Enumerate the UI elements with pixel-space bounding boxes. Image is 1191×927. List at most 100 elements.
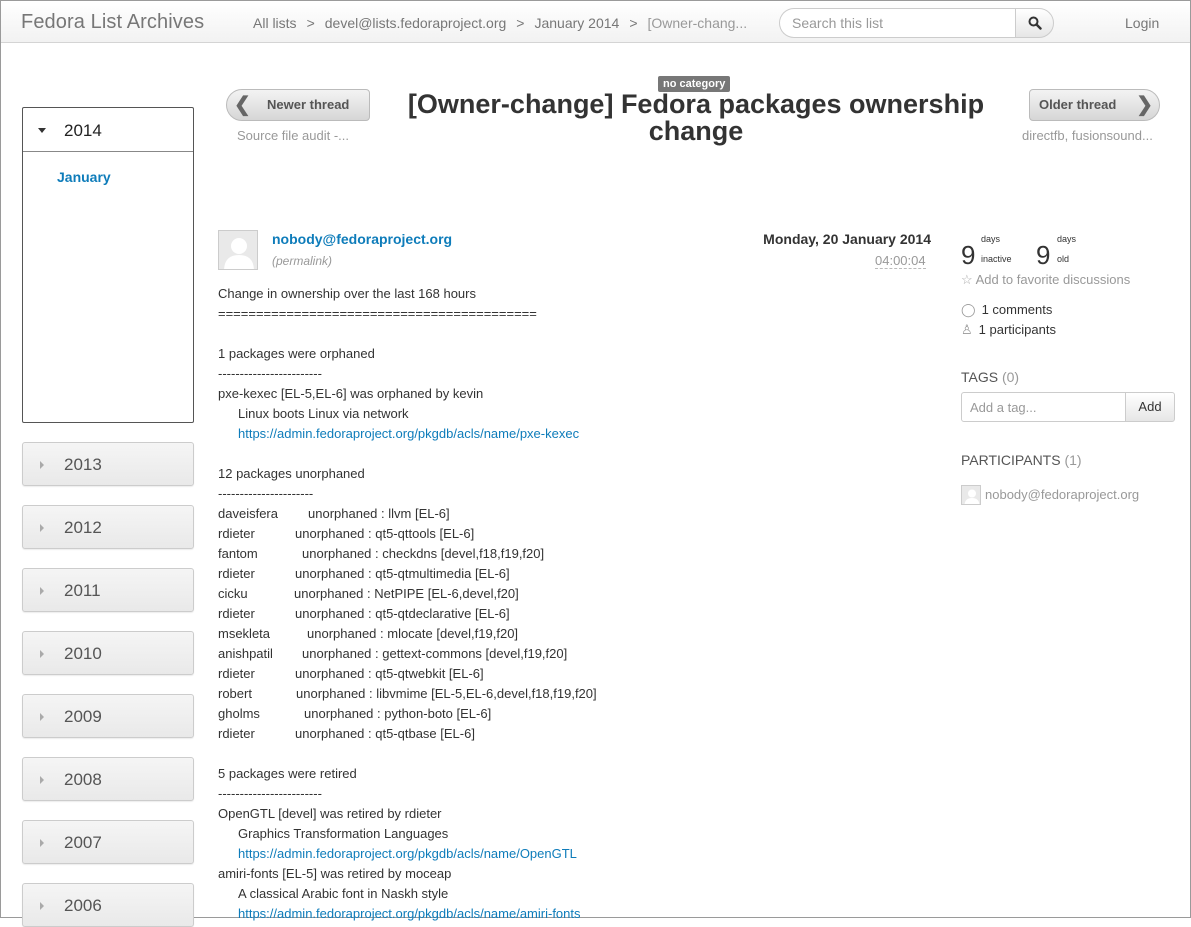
age-days-unit: days — [1057, 234, 1077, 244]
body-line: pxe-kexec [EL-5,EL-6] was orphaned by ke… — [218, 386, 484, 401]
participants-heading: PARTICIPANTS (1) — [961, 452, 1082, 468]
username: rdieter — [218, 666, 255, 681]
year-label: 2013 — [64, 455, 102, 474]
body-line — [218, 324, 938, 344]
year-header[interactable]: 2014 — [23, 108, 193, 152]
newer-thread-label: Newer thread — [267, 97, 350, 112]
age-label: old — [1057, 254, 1070, 264]
action-text: unorphaned : libvmime [EL-5,EL-6,devel,f… — [296, 686, 597, 701]
year-panel-closed[interactable]: 2007 — [22, 820, 194, 864]
message-time: 04:00:04 — [875, 253, 926, 269]
action-text: unorphaned : NetPIPE [EL-6,devel,f20] — [294, 586, 519, 601]
search-icon — [1028, 16, 1042, 30]
inactive-days-unit: days — [981, 234, 1001, 244]
action-text: unorphaned : qt5-qtdeclarative [EL-6] — [295, 606, 510, 621]
older-thread-button[interactable]: Older thread ❯ — [1029, 89, 1160, 121]
action-text: unorphaned : checkdns [devel,f18,f19,f20… — [302, 546, 545, 561]
year-label: 2011 — [64, 581, 101, 600]
breadcrumb-separator: > — [516, 15, 525, 31]
package-link-line: https://admin.fedoraproject.org/pkgdb/ac… — [218, 904, 938, 924]
unorphan-line: rdieter unorphaned : qt5-qtdeclarative [E… — [218, 604, 938, 624]
year-panel-closed[interactable]: 2006 — [22, 883, 194, 927]
username: daveisfera — [218, 506, 278, 521]
add-tag-button[interactable]: Add — [1125, 392, 1175, 422]
older-thread-subject[interactable]: directfb, fusionsound... — [1022, 128, 1153, 143]
participant-name[interactable]: nobody@fedoraproject.org — [985, 487, 1139, 502]
search-button[interactable] — [1015, 8, 1054, 38]
unorphan-line: anishpatil unorphaned : gettext-commons [… — [218, 644, 938, 664]
inactive-days-number: 9 — [961, 240, 976, 270]
caret-right-icon — [40, 524, 44, 532]
year-label: 2006 — [64, 896, 102, 915]
brand-logo-text[interactable]: Fedora List Archives — [21, 11, 204, 34]
year-label: 2009 — [64, 707, 102, 726]
default-user-icon — [962, 486, 980, 504]
tags-title: TAGS — [961, 369, 999, 385]
year-panel-closed[interactable]: 2008 — [22, 757, 194, 801]
star-icon: ☆ — [961, 272, 973, 287]
username: cicku — [218, 586, 248, 601]
age-days-number: 9 — [1036, 240, 1051, 270]
breadcrumb-separator: > — [629, 15, 638, 31]
participants-title: PARTICIPANTS — [961, 452, 1061, 468]
action-text: unorphaned : python-boto [EL-6] — [304, 706, 492, 721]
thread-title: [Owner-change] Fedora packages ownership… — [407, 89, 985, 146]
permalink-link[interactable]: (permalink) — [272, 254, 332, 268]
comment-icon: ◯ — [961, 302, 976, 317]
action-text: unorphaned : gettext-commons [devel,f19,… — [302, 646, 568, 661]
body-line: ------------------------ — [218, 366, 322, 381]
breadcrumb: All lists > devel@lists.fedoraproject.org >… — [253, 15, 747, 31]
year-panel-closed[interactable]: 2013 — [22, 442, 194, 486]
username: gholms — [218, 706, 260, 721]
tag-input[interactable]: Add a tag... — [961, 392, 1126, 422]
year-panel-closed[interactable]: 2011 — [22, 568, 194, 612]
unorphan-line: rdieter unorphaned : qt5-qtwebkit [EL-6] — [218, 664, 938, 684]
unorphan-line: rdieter unorphaned : qt5-qtbase [EL-6] — [218, 724, 938, 744]
breadcrumb-all-lists[interactable]: All lists — [253, 15, 297, 31]
package-link[interactable]: https://admin.fedoraproject.org/pkgdb/ac… — [238, 426, 579, 441]
username: fantom — [218, 546, 258, 561]
package-link[interactable]: https://admin.fedoraproject.org/pkgdb/ac… — [238, 906, 581, 921]
comments-label: 1 comments — [981, 302, 1053, 317]
year-panel-closed[interactable]: 2012 — [22, 505, 194, 549]
newer-thread-subject[interactable]: Source file audit -... — [237, 128, 349, 143]
caret-down-icon — [38, 128, 46, 133]
breadcrumb-separator: > — [306, 15, 315, 31]
year-panel-closed[interactable]: 2009 — [22, 694, 194, 738]
username: anishpatil — [218, 646, 273, 661]
breadcrumb-month[interactable]: January 2014 — [534, 15, 619, 31]
unorphan-line: cicku unorphaned : NetPIPE [EL-6,devel,f2… — [218, 584, 938, 604]
favorite-link[interactable]: ☆ Add to favorite discussions — [961, 272, 1130, 288]
body-line: ========================================… — [218, 306, 537, 321]
breadcrumb-current: [Owner-chang... — [647, 15, 748, 31]
body-line: 5 packages were retired — [218, 766, 357, 781]
caret-right-icon — [40, 650, 44, 658]
search-input[interactable]: Search this list — [779, 8, 1016, 38]
year-panel-closed[interactable]: 2010 — [22, 631, 194, 675]
year-panel-open: 2014 January — [22, 107, 194, 423]
login-link[interactable]: Login — [1125, 15, 1159, 31]
package-link[interactable]: https://admin.fedoraproject.org/pkgdb/ac… — [238, 846, 577, 861]
body-line: amiri-fonts [EL-5] was retired by moceap — [218, 866, 452, 881]
tags-count: (0) — [1001, 369, 1020, 385]
chevron-left-icon: ❮ — [234, 94, 251, 116]
participants-label: 1 participants — [978, 322, 1056, 337]
breadcrumb-list[interactable]: devel@lists.fedoraproject.org — [325, 15, 507, 31]
favorite-label: Add to favorite discussions — [975, 272, 1131, 287]
sender-link[interactable]: nobody@fedoraproject.org — [272, 231, 452, 247]
action-text: unorphaned : qt5-qtwebkit [EL-6] — [295, 666, 484, 681]
year-label: 2007 — [64, 833, 102, 852]
body-line: 12 packages unorphaned — [218, 466, 365, 481]
body-line: Linux boots Linux via network — [238, 406, 409, 421]
chevron-right-icon: ❯ — [1136, 94, 1153, 116]
month-link[interactable]: January — [57, 169, 111, 185]
participant-avatar — [961, 485, 981, 505]
newer-thread-button[interactable]: ❮ Newer thread — [226, 89, 370, 121]
body-line: ------------------------ — [218, 786, 322, 801]
participants-total: (1) — [1064, 452, 1082, 468]
body-line: Graphics Transformation Languages — [238, 826, 449, 841]
username: rdieter — [218, 726, 255, 741]
older-thread-label: Older thread — [1039, 97, 1117, 112]
body-line: OpenGTL [devel] was retired by rdieter — [218, 806, 442, 821]
action-text: unorphaned : qt5-qtmultimedia [EL-6] — [295, 566, 510, 581]
